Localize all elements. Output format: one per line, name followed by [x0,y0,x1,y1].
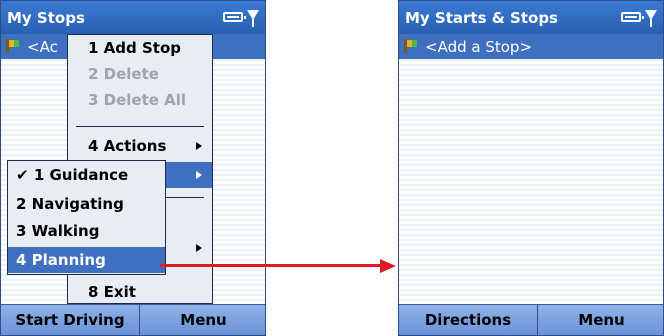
flag-icon [6,39,20,53]
transition-arrow-line [160,264,382,267]
arrow-right-icon [380,259,396,273]
submenu-item-guidance[interactable]: ✔ 1 Guidance [8,162,165,188]
add-stop-row[interactable]: <Add a Stop> [399,34,663,59]
menu-softkey[interactable]: Menu [538,305,663,335]
app-title: My Starts & Stops [405,9,558,27]
battery-icon [621,12,644,22]
battery-icon [223,12,246,22]
signal-icon [247,10,259,27]
menu-softkey[interactable]: Menu [140,305,265,335]
directions-softkey[interactable]: Directions [399,305,537,335]
signal-icon [645,10,657,27]
submenu-item-planning[interactable]: 4 Planning [8,247,165,273]
submenu-arrow-icon [196,171,202,179]
submenu-item-walking[interactable]: 3 Walking [8,218,165,244]
menu-item-delete: 2 Delete [88,65,159,83]
flag-icon [404,39,418,53]
submenu-arrow-icon [196,244,202,252]
add-stop-label[interactable]: <Ac [27,38,58,56]
mode-submenu: ✔ 1 Guidance 2 Navigating 3 Walking 4 Pl… [7,160,166,275]
right-screen: My Starts & Stops <Add a Stop> Direction… [398,0,664,336]
menu-item-delete-all: 3 Delete All [88,91,187,109]
menu-item-exit[interactable]: 8 Exit [68,279,212,305]
app-title: My Stops [7,9,85,27]
checkmark-icon: ✔ [16,166,29,184]
menu-separator [76,126,204,127]
title-bar: My Stops [1,1,265,34]
start-driving-softkey[interactable]: Start Driving [1,305,139,335]
menu-item-actions[interactable]: 4 Actions [68,133,212,159]
menu-item-add-stop[interactable]: 1 Add Stop [68,35,212,61]
submenu-item-navigating[interactable]: 2 Navigating [8,191,165,217]
soft-key-bar: Start Driving Menu [1,304,265,335]
menu-item-actions-label: 4 Actions [88,137,167,155]
submenu-arrow-icon [196,142,202,150]
title-bar: My Starts & Stops [399,1,663,34]
submenu-item-guidance-label: 1 Guidance [33,166,129,184]
status-icons [621,10,657,27]
add-stop-label[interactable]: <Add a Stop> [425,38,532,56]
left-screen: My Stops <Ac Start Driving Menu 1 Add St… [0,0,266,336]
soft-key-bar: Directions Menu [399,304,663,335]
status-icons [223,10,259,27]
